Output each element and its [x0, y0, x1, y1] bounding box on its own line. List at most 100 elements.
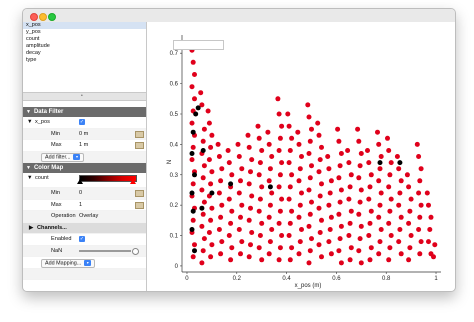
field-item[interactable]: amplitude [23, 43, 146, 50]
nan-slider-knob[interactable] [132, 247, 139, 255]
edit-icon[interactable] [135, 130, 144, 138]
edit-icon[interactable] [135, 190, 144, 197]
data-point [189, 190, 195, 196]
data-point [249, 157, 255, 163]
color-map-header[interactable]: ▼ Color Map [23, 163, 146, 173]
add-mapping-button[interactable]: Add Mapping... ▾ [41, 258, 96, 268]
data-point [368, 245, 374, 251]
data-point [376, 214, 382, 220]
data-point [287, 220, 293, 226]
filter-field-row: ▼ x_pos ✓ [23, 117, 146, 129]
data-point [416, 154, 422, 159]
data-point [189, 84, 195, 90]
data-point [279, 123, 285, 129]
plot-toolbar-box[interactable] [173, 40, 224, 50]
data-point [377, 202, 383, 208]
add-mapping-row: Add Mapping... ▾ [23, 257, 146, 269]
data-point [348, 172, 354, 178]
data-point [316, 242, 322, 248]
field-item[interactable]: y_pos [23, 29, 146, 36]
enabled-row: Enabled ✓ [23, 234, 146, 246]
data-point [317, 193, 323, 199]
y-tick-label: 0.6 [170, 82, 179, 88]
field-item[interactable]: type [23, 57, 146, 64]
y-tick-label: 0.7 [170, 51, 179, 57]
data-point [215, 141, 221, 147]
y-tick-label: 0.3 [170, 173, 179, 179]
panel-splitter[interactable]: • [23, 92, 146, 101]
gradient-min-handle[interactable] [77, 179, 83, 184]
data-point [201, 163, 207, 169]
edit-icon[interactable] [135, 201, 144, 209]
add-filter-button[interactable]: Add filter... ▾ [41, 153, 85, 162]
color-gradient-bar[interactable] [79, 175, 137, 182]
data-point [297, 202, 303, 208]
data-point [377, 160, 383, 166]
data-point [407, 208, 413, 214]
nan-color-slider[interactable] [79, 249, 131, 252]
field-item[interactable]: x_pos [23, 22, 146, 29]
data-point [387, 245, 393, 251]
data-point [328, 214, 334, 220]
data-point [208, 144, 214, 150]
zoom-window-button[interactable] [48, 13, 56, 21]
data-point [416, 190, 422, 196]
data-point [336, 248, 342, 254]
data-point [256, 135, 262, 141]
data-point [276, 220, 282, 226]
data-point [287, 148, 293, 153]
data-point [386, 184, 392, 190]
edit-icon[interactable] [135, 142, 144, 149]
data-point [200, 148, 206, 153]
data-filter-header[interactable]: ▼ Data Filter [23, 107, 146, 117]
title-bar [23, 9, 455, 23]
gradient-max-handle[interactable] [130, 179, 136, 184]
data-point [287, 257, 293, 263]
filter-enabled-checkbox[interactable]: ✓ [79, 119, 85, 125]
data-point [326, 239, 332, 245]
data-point [236, 227, 242, 232]
data-point [236, 154, 242, 159]
colormap-max-value[interactable]: 1 [79, 200, 82, 211]
data-point [279, 196, 285, 202]
channels-row[interactable]: ▶ Channels... [23, 222, 146, 234]
add-filter-row: Add filter... ▾ [23, 151, 146, 163]
data-point [309, 199, 314, 205]
enabled-checkbox[interactable]: ✓ [79, 236, 85, 242]
data-point [387, 172, 393, 178]
data-point [336, 175, 342, 181]
data-point [190, 208, 196, 214]
data-point [347, 257, 353, 263]
chevron-down-icon: ▾ [84, 259, 92, 266]
color-map-title: Color Map [33, 165, 64, 171]
data-point [219, 202, 225, 208]
colormap-min-value[interactable]: 0 [79, 188, 82, 199]
data-point [206, 230, 212, 235]
chevron-down-icon: ▾ [73, 154, 81, 160]
expand-triangle-icon[interactable]: ▼ [27, 173, 33, 184]
plot-area[interactable]: 0 0.2 0.4 0.6 0.8 1 0 0.1 0.2 0.3 0.4 0.5 0.6 0.7 x_… [147, 22, 455, 291]
scatter-plot[interactable]: 0 0.2 0.4 0.6 0.8 1 0 0.1 0.2 0.3 0.4 0.5 0.6 0.7 x_… [147, 22, 455, 291]
x-tick-label: 1 [434, 276, 438, 282]
expand-triangle-icon[interactable]: ▼ [27, 117, 33, 128]
data-point [426, 239, 431, 245]
data-point [201, 126, 207, 132]
data-point [205, 108, 211, 114]
field-item[interactable]: decay [23, 50, 146, 57]
data-point [358, 151, 364, 156]
y-tick-label: 0.2 [170, 203, 179, 209]
minimize-window-button[interactable] [39, 13, 47, 21]
data-point [218, 214, 224, 220]
filter-max-value[interactable]: 1 m [79, 140, 88, 151]
close-window-button[interactable] [30, 13, 38, 21]
operation-value[interactable]: Overlay [79, 211, 98, 222]
filter-min-value[interactable]: 0 m [79, 129, 88, 140]
data-point [206, 120, 212, 126]
data-point [200, 175, 206, 181]
data-point [365, 148, 370, 153]
field-item[interactable]: count [23, 36, 146, 43]
data-point [427, 227, 433, 232]
data-point [190, 217, 196, 223]
data-point [378, 154, 384, 159]
data-point [276, 148, 282, 153]
